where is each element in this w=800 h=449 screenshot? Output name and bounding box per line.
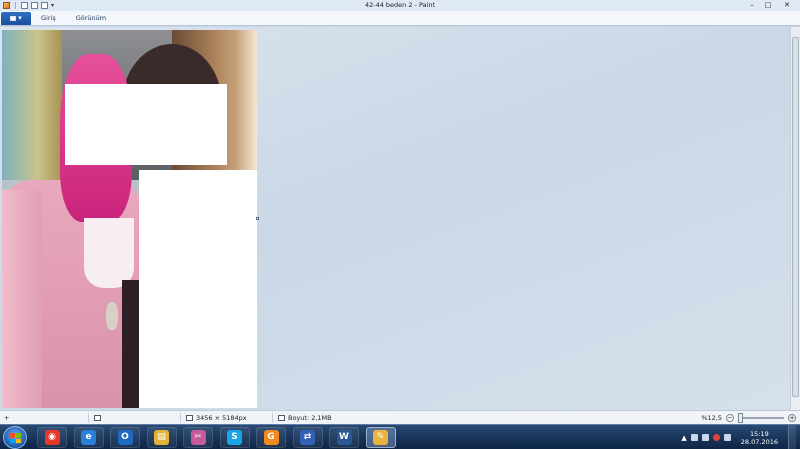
window-controls: – □ ✕	[744, 0, 798, 11]
taskbar-app-word[interactable]: W	[329, 427, 359, 448]
file-size-icon	[278, 415, 285, 421]
outlook-icon: O	[117, 430, 133, 445]
white-redaction-box-body	[139, 170, 257, 408]
windows-logo-icon	[10, 433, 21, 443]
status-image-dimensions: 3456 × 5184px	[186, 411, 247, 425]
zoom-out-button[interactable]: −	[726, 414, 734, 422]
tab-home[interactable]: Giriş	[31, 11, 66, 26]
taskbar-app-skype[interactable]: S	[219, 427, 250, 448]
status-bar: + 3456 × 5184px Boyut: 2,1MB %12,5 − +	[0, 410, 800, 424]
photo-white-blouse	[84, 218, 134, 288]
file-size-text: Boyut: 2,1MB	[288, 414, 332, 422]
redo-icon[interactable]	[41, 2, 48, 9]
image-dimensions-text: 3456 × 5184px	[196, 414, 247, 422]
system-tray: ▲ 15:19 28.07.2016	[681, 425, 796, 449]
network-icon[interactable]	[701, 434, 709, 441]
taskbar-app-chrome[interactable]: ◉	[37, 427, 67, 448]
taskbar-app-explorer[interactable]: ▤	[146, 427, 177, 448]
image-dimensions-icon	[186, 415, 193, 421]
crosshair-icon: +	[4, 414, 10, 422]
white-redaction-box-face	[65, 84, 227, 165]
file-menu-caret: ▾	[18, 14, 22, 22]
gom-player-icon: G	[263, 430, 279, 445]
zoom-slider[interactable]	[738, 413, 784, 423]
canvas-resize-handle[interactable]	[256, 217, 259, 220]
show-desktop-button[interactable]	[788, 425, 796, 449]
taskbar-clock[interactable]: 15:19 28.07.2016	[735, 430, 784, 446]
zoom-level: %12,5	[701, 414, 722, 422]
vertical-scrollbar[interactable]	[790, 27, 800, 410]
minimize-button[interactable]: –	[744, 0, 760, 10]
tab-view[interactable]: Görünüm	[66, 11, 116, 26]
ribbon-tab-bar: ▾ Giriş Görünüm	[0, 11, 800, 26]
image-canvas[interactable]	[2, 30, 257, 408]
antivirus-icon[interactable]	[712, 434, 720, 441]
skype-icon: S	[227, 430, 242, 445]
photo-dress-sleeve	[2, 190, 42, 408]
chrome-icon: ◉	[44, 430, 60, 445]
flag-icon[interactable]	[690, 434, 698, 441]
photo-door-frame	[234, 30, 257, 180]
photo-brooch	[106, 302, 118, 330]
taskbar-app-paint[interactable]: ✎	[365, 427, 396, 448]
maximize-button[interactable]: □	[760, 0, 776, 10]
photo-background-left	[2, 30, 62, 180]
snipping-tool-icon: ✂	[190, 430, 206, 445]
quick-access-separator	[15, 2, 16, 9]
paint-icon: ✎	[373, 430, 388, 445]
status-file-size: Boyut: 2,1MB	[278, 411, 332, 425]
close-button[interactable]: ✕	[776, 0, 798, 10]
word-icon: W	[336, 430, 352, 445]
undo-icon[interactable]	[31, 2, 38, 9]
volume-icon[interactable]	[723, 434, 731, 441]
network-manager-icon: ⇄	[300, 430, 315, 445]
status-cursor-position: +	[4, 411, 9, 425]
internet-explorer-icon: e	[81, 430, 96, 445]
scrollbar-thumb[interactable]	[792, 37, 799, 397]
explorer-icon: ▤	[154, 430, 169, 445]
quick-access-customize-caret[interactable]: ▾	[51, 2, 54, 9]
taskbar-app-snipping-tool[interactable]: ✂	[183, 427, 213, 448]
window-title: 42-44 beden 2 - Paint	[364, 1, 436, 9]
taskbar-app-network-manager[interactable]: ⇄	[292, 427, 323, 448]
selection-icon	[94, 415, 101, 421]
clock-time: 15:19	[750, 429, 769, 438]
paint-app-icon[interactable]	[3, 2, 10, 9]
taskbar-app-internet-explorer[interactable]: e	[73, 427, 104, 448]
status-divider	[272, 413, 273, 423]
zoom-control: %12,5 − +	[701, 411, 796, 425]
status-divider	[180, 413, 181, 423]
taskbar-app-gom-player[interactable]: G	[256, 427, 286, 448]
save-icon[interactable]	[21, 2, 28, 9]
status-divider	[88, 413, 89, 423]
clock-date: 28.07.2016	[740, 437, 778, 446]
zoom-in-button[interactable]: +	[788, 414, 796, 422]
show-hidden-icons-caret[interactable]: ▲	[681, 434, 686, 442]
taskbar-app-outlook[interactable]: O	[110, 427, 140, 448]
taskbar: ◉ e O ▤ ✂ S G ⇄ W ✎ ▲ 15:19 28.07.2016	[0, 424, 800, 449]
file-menu-icon	[10, 15, 17, 21]
zoom-slider-thumb[interactable]	[738, 413, 743, 423]
start-button[interactable]	[3, 426, 27, 449]
file-menu-button[interactable]: ▾	[1, 11, 31, 25]
status-selection-size	[94, 411, 101, 425]
quick-access-toolbar: ▾	[0, 2, 54, 9]
title-bar: ▾ 42-44 beden 2 - Paint – □ ✕	[0, 0, 800, 11]
